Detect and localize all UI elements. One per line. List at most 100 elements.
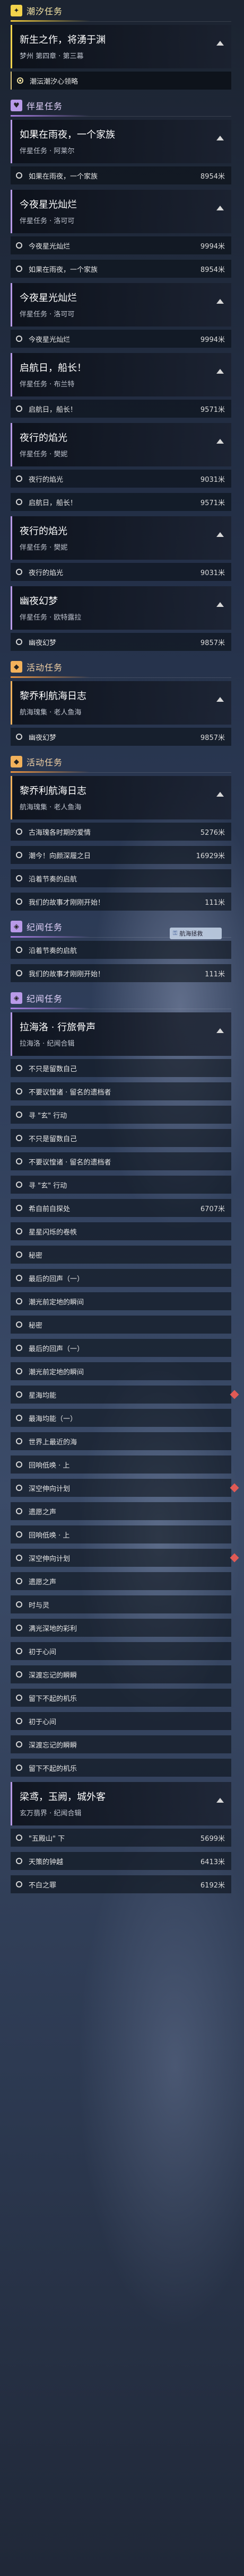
step-radio-icon[interactable]	[16, 172, 22, 179]
quest-step[interactable]: 不要议惶诸 · 留名的遗档者	[11, 1152, 231, 1170]
quest-card[interactable]: 幽夜幻梦 伴星任务 · 欧特露拉	[11, 586, 231, 630]
quest-card[interactable]: 黎乔利航海日志 航海瑰集 · 老人鱼海	[11, 681, 231, 725]
quest-step[interactable]: 不要议惶诸 · 留名的遗档者	[11, 1082, 231, 1100]
step-radio-icon[interactable]	[16, 970, 22, 976]
step-radio-icon[interactable]	[16, 1275, 22, 1281]
quest-step[interactable]: 不只是留数自己	[11, 1059, 231, 1077]
quest-step[interactable]: 留下不起的机乐	[11, 1759, 231, 1777]
collapse-chevron-icon[interactable]	[216, 1798, 224, 1803]
quest-step[interactable]: 最后的回声（一）	[11, 1339, 231, 1357]
step-radio-icon[interactable]	[16, 336, 22, 342]
quest-step[interactable]: 古海瑰各时期的爱情 5276米	[11, 823, 231, 841]
quest-step[interactable]: 时与灵	[11, 1595, 231, 1613]
step-radio-icon[interactable]	[16, 1531, 22, 1538]
quest-step[interactable]: 回响低唤 · 上	[11, 1455, 231, 1474]
quest-card[interactable]: 启航日，船长！ 伴星任务 · 布兰特	[11, 353, 231, 396]
step-radio-icon[interactable]	[16, 1415, 22, 1421]
step-radio-icon[interactable]	[16, 1741, 22, 1748]
collapse-chevron-icon[interactable]	[216, 369, 224, 374]
step-radio-icon[interactable]	[16, 875, 22, 881]
quest-step[interactable]: 启航日，船长！ 9571米	[11, 493, 231, 511]
step-radio-icon[interactable]	[16, 499, 22, 505]
quest-card[interactable]: 今夜星光灿烂 伴星任务 · 洛可可	[11, 190, 231, 233]
step-radio-icon[interactable]	[16, 639, 22, 645]
step-radio-icon[interactable]	[16, 1438, 22, 1444]
quest-step[interactable]: 如果在雨夜，一个家族 8954米	[11, 260, 231, 278]
quest-step[interactable]: 不只是留数自己	[11, 1129, 231, 1147]
step-radio-icon[interactable]	[16, 734, 22, 740]
quest-step[interactable]: 初于心间	[11, 1642, 231, 1660]
step-radio-icon[interactable]	[16, 1135, 22, 1141]
collapse-chevron-icon[interactable]	[216, 439, 224, 444]
quest-step[interactable]: 夜行的焰光 9031米	[11, 470, 231, 488]
quest-step[interactable]: 天策的钟越 6413米	[11, 1852, 231, 1870]
collapse-chevron-icon[interactable]	[216, 697, 224, 702]
quest-step[interactable]: 我们的故事才刚刚开始！ 111米	[11, 964, 231, 982]
step-radio-icon[interactable]	[16, 1298, 22, 1304]
step-radio-icon[interactable]	[16, 266, 22, 272]
quest-step[interactable]: 满光深地的彩利	[11, 1619, 231, 1637]
collapse-chevron-icon[interactable]	[216, 136, 224, 140]
step-radio-icon[interactable]	[16, 569, 22, 575]
step-radio-icon[interactable]	[16, 1625, 22, 1631]
step-radio-icon[interactable]	[16, 1065, 22, 1071]
step-radio-icon[interactable]	[16, 1578, 22, 1584]
quest-step[interactable]: 留下不起的机乐	[11, 1689, 231, 1707]
collapse-chevron-icon[interactable]	[216, 532, 224, 537]
quest-step[interactable]: 不白之罪 6192米	[11, 1875, 231, 1893]
step-radio-icon[interactable]	[16, 475, 22, 482]
collapse-chevron-icon[interactable]	[216, 792, 224, 797]
step-radio-icon[interactable]	[17, 77, 23, 84]
quest-step[interactable]: 我们的故事才刚刚开始！ 111米	[11, 893, 231, 911]
step-radio-icon[interactable]	[16, 947, 22, 953]
quest-step[interactable]: 深渡忘记的瞬瞬	[11, 1665, 231, 1683]
quest-step[interactable]: 沿着节奏的启航	[11, 941, 231, 959]
quest-step[interactable]: 希自前自探处 6707米	[11, 1199, 231, 1217]
step-radio-icon[interactable]	[16, 1181, 22, 1188]
quest-step[interactable]: 幽夜幻梦 9857米	[11, 728, 231, 746]
step-radio-icon[interactable]	[16, 1555, 22, 1561]
step-radio-icon[interactable]	[16, 852, 22, 858]
quest-step[interactable]: "五殿山" 下 5699米	[11, 1829, 231, 1847]
step-radio-icon[interactable]	[16, 1368, 22, 1374]
step-radio-icon[interactable]	[16, 1111, 22, 1118]
quest-step[interactable]: 遗愿之声	[11, 1502, 231, 1520]
quest-step[interactable]: 世界上最近的海	[11, 1432, 231, 1450]
step-radio-icon[interactable]	[16, 828, 22, 835]
quest-step[interactable]: 启航日，船长！ 9571米	[11, 400, 231, 418]
quest-card[interactable]: 如果在雨夜，一个家族 伴星任务 · 阿莱尔	[11, 120, 231, 163]
step-radio-icon[interactable]	[16, 1695, 22, 1701]
step-radio-icon[interactable]	[16, 1648, 22, 1654]
step-radio-icon[interactable]	[16, 1881, 22, 1887]
step-radio-icon[interactable]	[16, 242, 22, 249]
quest-step[interactable]: 最后的回声（一）	[11, 1269, 231, 1287]
step-radio-icon[interactable]	[16, 405, 22, 412]
step-radio-icon[interactable]	[16, 1461, 22, 1468]
quest-step[interactable]: 深空伸向计划	[11, 1549, 239, 1567]
quest-step[interactable]: 深空伸向计划	[11, 1479, 239, 1497]
quest-step[interactable]: 潮光前定地的瞬间	[11, 1362, 231, 1380]
step-radio-icon[interactable]	[16, 1088, 22, 1095]
quest-step[interactable]: 回响低唤 · 上	[11, 1525, 231, 1543]
quest-card[interactable]: 夜行的焰光 伴星任务 · 樊妮	[11, 516, 231, 560]
step-radio-icon[interactable]	[16, 1205, 22, 1211]
quest-step[interactable]: 深渡忘记的瞬瞬	[11, 1735, 231, 1753]
quest-step[interactable]: 夜行的焰光 9031米	[11, 563, 231, 581]
quest-card[interactable]: 夜行的焰光 伴星任务 · 樊妮	[11, 423, 231, 466]
quest-step[interactable]: 潮光前定地的瞬间	[11, 1292, 231, 1310]
quest-step[interactable]: 最海均能（一）	[11, 1409, 231, 1427]
step-radio-icon[interactable]	[16, 1321, 22, 1328]
quest-card[interactable]: 今夜星光灿烂 伴星任务 · 洛可可	[11, 283, 231, 327]
step-radio-icon[interactable]	[16, 1158, 22, 1165]
step-radio-icon[interactable]	[16, 1251, 22, 1258]
quest-step[interactable]: 秘密	[11, 1316, 231, 1334]
quest-card[interactable]: 拉海洛 · 行旅骨声 拉海洛 · 纪闻合辑	[11, 1012, 231, 1056]
collapse-chevron-icon[interactable]	[216, 1028, 224, 1033]
quest-step[interactable]: 今夜星光灿烂 9994米	[11, 236, 231, 254]
quest-step[interactable]: 沿着节奏的启航	[11, 869, 231, 887]
quest-step[interactable]: 潮沄潮汐心领略	[11, 72, 231, 90]
quest-card[interactable]: 梁鸢，玉阙，城外客 玄万翡界 · 纪闻合辑	[11, 1782, 231, 1825]
step-radio-icon[interactable]	[16, 1858, 22, 1864]
step-radio-icon[interactable]	[16, 1671, 22, 1678]
quest-step[interactable]: 星星闪烁的卷帙	[11, 1222, 231, 1240]
